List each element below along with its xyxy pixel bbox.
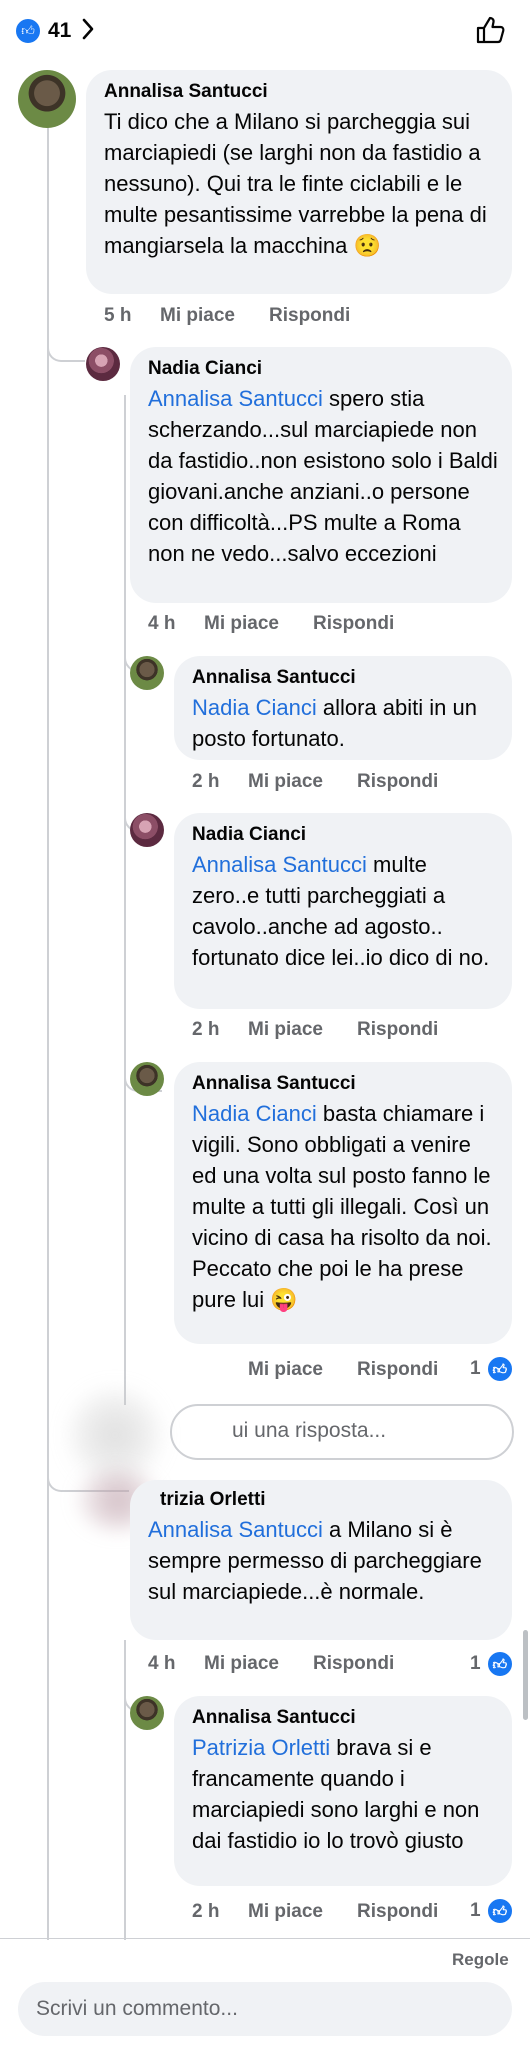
comment-time: 2 h: [192, 771, 220, 792]
like-badge-icon: 👍︎: [485, 1897, 514, 1925]
comment-meta: 5 h Mi piace Rispondi: [104, 305, 350, 327]
comment-text: Ti dico che a Milano si parcheggia sui m…: [104, 109, 487, 258]
mention-link[interactable]: Annalisa Santucci: [148, 1517, 323, 1542]
reply-placeholder: ui una risposta...: [232, 1419, 387, 1442]
like-button[interactable]: Mi piace: [160, 305, 235, 327]
comment-text: Patrizia Orletti brava si e francamente …: [192, 1735, 480, 1853]
comment-text: Nadia Cianci basta chiamare i vigili. So…: [192, 1101, 492, 1312]
avatar[interactable]: [130, 813, 164, 847]
rules-link[interactable]: Regole: [452, 1950, 509, 1970]
avatar[interactable]: [86, 347, 120, 381]
reply-button[interactable]: Rispondi: [357, 1019, 438, 1041]
comment-text: Annalisa Santucci multe zero..e tutti pa…: [192, 852, 490, 970]
reply-button[interactable]: Rispondi: [357, 771, 438, 793]
mention-link[interactable]: Nadia Cianci: [192, 1101, 317, 1126]
thread-connector: [47, 330, 85, 362]
mention-link[interactable]: Patrizia Orletti: [192, 1735, 330, 1760]
reply-button[interactable]: Rispondi: [313, 1653, 394, 1675]
like-badge-icon: 👍︎: [485, 1650, 514, 1678]
avatar[interactable]: [18, 70, 76, 128]
comment-meta: 2 h Mi piace Rispondi: [192, 1019, 438, 1041]
reply-button[interactable]: Rispondi: [357, 1359, 438, 1381]
comment-time: 4 h: [148, 1653, 176, 1674]
comment-author[interactable]: Annalisa Santucci: [192, 667, 356, 689]
like-reaction-icon: 👍︎: [14, 17, 42, 45]
mention-link[interactable]: Annalisa Santucci: [148, 386, 323, 411]
comment-meta: 4 h Mi piace Rispondi: [148, 1653, 394, 1675]
like-button[interactable]: Mi piace: [204, 613, 279, 635]
comment-meta: 2 h Mi piace Rispondi: [192, 771, 438, 793]
reply-button[interactable]: Rispondi: [357, 1901, 438, 1923]
thread-line: [47, 125, 49, 1940]
footer-divider: [0, 1938, 530, 1939]
comment-text: Annalisa Santucci spero stia scherzando.…: [148, 386, 498, 566]
like-button[interactable]: Mi piace: [248, 1019, 323, 1041]
comment-author[interactable]: Annalisa Santucci: [104, 81, 268, 103]
comment-meta: 2 h Mi piace Rispondi: [192, 1901, 438, 1923]
comment-author[interactable]: Nadia Cianci: [192, 824, 306, 846]
thread-line: [124, 395, 126, 1405]
comment-time: 4 h: [148, 613, 176, 634]
avatar[interactable]: [130, 1696, 164, 1730]
reaction-count[interactable]: 1 👍︎: [470, 1897, 514, 1925]
comment-meta: 4 h Mi piace Rispondi: [148, 613, 394, 635]
mention-link[interactable]: Annalisa Santucci: [192, 852, 367, 877]
comment-text: Annalisa Santucci a Milano si è sempre p…: [148, 1517, 482, 1604]
comment-author[interactable]: Nadia Cianci: [148, 358, 262, 380]
like-badge-icon: 👍︎: [485, 1355, 514, 1383]
comment-author[interactable]: trizia Orletti: [160, 1489, 266, 1511]
blurred-avatar: [70, 1390, 160, 1480]
comment-time: 5 h: [104, 305, 132, 326]
avatar[interactable]: [130, 656, 164, 690]
comment-text: Nadia Cianci allora abiti in un posto fo…: [192, 695, 477, 751]
comment-input[interactable]: Scrivi un commento...: [18, 1982, 512, 2036]
avatar[interactable]: [130, 1062, 164, 1096]
thumbs-up-outline-icon[interactable]: [474, 14, 506, 51]
chevron-right-icon[interactable]: [81, 17, 95, 46]
comment-author[interactable]: Annalisa Santucci: [192, 1073, 356, 1095]
reply-button[interactable]: Rispondi: [269, 305, 350, 327]
reaction-count[interactable]: 1 👍︎: [470, 1355, 514, 1383]
reaction-count[interactable]: 1 👍︎: [470, 1650, 514, 1678]
like-button[interactable]: Mi piace: [248, 771, 323, 793]
reaction-summary[interactable]: 👍︎ 41: [14, 14, 95, 48]
comment-placeholder: Scrivi un commento...: [36, 1997, 238, 2020]
comment-time: 2 h: [192, 1901, 220, 1922]
like-button[interactable]: Mi piace: [204, 1653, 279, 1675]
like-count: 41: [48, 19, 72, 42]
reply-input[interactable]: ui una risposta...: [170, 1404, 514, 1460]
mention-link[interactable]: Nadia Cianci: [192, 695, 317, 720]
comment-time: 2 h: [192, 1019, 220, 1040]
like-button[interactable]: Mi piace: [248, 1901, 323, 1923]
comment-author[interactable]: Annalisa Santucci: [192, 1707, 356, 1729]
like-button[interactable]: Mi piace: [248, 1359, 323, 1381]
reply-button[interactable]: Rispondi: [313, 613, 394, 635]
scrollbar[interactable]: [523, 1630, 528, 1720]
